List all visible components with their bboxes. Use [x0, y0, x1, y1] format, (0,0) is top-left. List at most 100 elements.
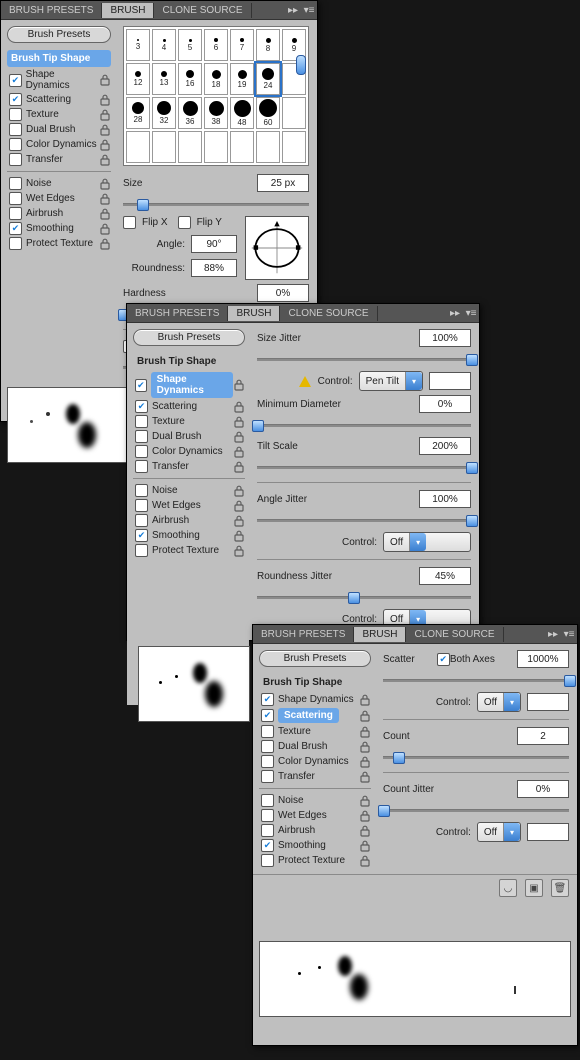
section-brush-tip-shape[interactable]: Brush Tip Shape	[259, 674, 371, 691]
brush-presets-button[interactable]: Brush Presets	[259, 650, 371, 667]
scatter-slider[interactable]	[383, 674, 569, 686]
tab-clone-source[interactable]: CLONE SOURCE	[280, 306, 377, 321]
brush-cell[interactable]	[230, 131, 254, 163]
panel-menu-icon[interactable]: ▾≡	[463, 305, 479, 321]
lock-icon[interactable]	[359, 810, 371, 822]
size-slider[interactable]	[123, 198, 309, 210]
lock-icon[interactable]	[359, 710, 371, 722]
tab-clone-source[interactable]: CLONE SOURCE	[406, 627, 503, 642]
min-diameter-field[interactable]: 0%	[419, 395, 471, 413]
brush-cell[interactable]: 5	[178, 29, 202, 61]
grid-scrollbar-thumb[interactable]	[296, 55, 306, 75]
brush-preset-grid[interactable]: 3456789121316181924283236384860	[123, 26, 309, 166]
option-checkbox[interactable]	[9, 207, 22, 220]
option-checkbox[interactable]	[9, 74, 22, 87]
option-shape-dynamics[interactable]: Shape Dynamics	[133, 371, 245, 399]
size-field[interactable]: 25 px	[257, 174, 309, 192]
option-checkbox[interactable]	[9, 123, 22, 136]
option-transfer[interactable]: Transfer	[259, 769, 371, 784]
tab-brush-presets[interactable]: BRUSH PRESETS	[253, 627, 354, 642]
count-slider[interactable]	[383, 751, 569, 763]
lock-icon[interactable]	[99, 178, 111, 190]
panel-menu-icon[interactable]: ▾≡	[301, 2, 317, 18]
brush-cell[interactable]	[126, 131, 150, 163]
option-scattering[interactable]: Scattering	[259, 707, 371, 724]
option-noise[interactable]: Noise	[7, 176, 111, 191]
brush-cell[interactable]: 38	[204, 97, 228, 129]
tab-brush[interactable]: BRUSH	[354, 627, 406, 642]
option-checkbox[interactable]	[135, 529, 148, 542]
option-checkbox[interactable]	[261, 693, 274, 706]
option-checkbox[interactable]	[261, 755, 274, 768]
brush-cell[interactable]	[282, 97, 306, 129]
brush-cell[interactable]: 18	[204, 63, 228, 95]
angle-field[interactable]: 90°	[191, 235, 237, 253]
brush-cell[interactable]: 13	[152, 63, 176, 95]
lock-icon[interactable]	[233, 431, 245, 443]
option-noise[interactable]: Noise	[259, 793, 371, 808]
option-scattering[interactable]: Scattering	[133, 399, 245, 414]
section-brush-tip-shape[interactable]: Brush Tip Shape	[133, 353, 245, 370]
lock-icon[interactable]	[99, 193, 111, 205]
option-wet-edges[interactable]: Wet Edges	[259, 808, 371, 823]
angle-control-select[interactable]: Off▾	[383, 532, 471, 552]
angle-jitter-slider[interactable]	[257, 514, 471, 526]
option-checkbox[interactable]	[261, 794, 274, 807]
option-airbrush[interactable]: Airbrush	[133, 513, 245, 528]
angle-jitter-field[interactable]: 100%	[419, 490, 471, 508]
control-select[interactable]: Pen Tilt▾	[359, 371, 423, 391]
scatter-field[interactable]: 1000%	[517, 650, 569, 668]
brush-cell[interactable]: 4	[152, 29, 176, 61]
option-protect-texture[interactable]: Protect Texture	[7, 236, 111, 251]
lock-icon[interactable]	[99, 208, 111, 220]
lock-icon[interactable]	[359, 694, 371, 706]
lock-icon[interactable]	[233, 379, 245, 391]
count-jitter-field[interactable]: 0%	[517, 780, 569, 798]
brush-cell[interactable]: 48	[230, 97, 254, 129]
brush-cell[interactable]	[204, 131, 228, 163]
tilt-scale-field[interactable]: 200%	[419, 437, 471, 455]
lock-icon[interactable]	[99, 124, 111, 136]
tab-clone-source[interactable]: CLONE SOURCE	[154, 3, 251, 18]
angle-roundness-widget[interactable]	[245, 216, 309, 280]
option-transfer[interactable]: Transfer	[7, 152, 111, 167]
option-airbrush[interactable]: Airbrush	[259, 823, 371, 838]
option-checkbox[interactable]	[135, 499, 148, 512]
brush-cell[interactable]: 19	[230, 63, 254, 95]
tab-brush[interactable]: BRUSH	[102, 3, 154, 18]
brush-cell[interactable]: 8	[256, 29, 280, 61]
option-checkbox[interactable]	[135, 430, 148, 443]
option-checkbox[interactable]	[9, 108, 22, 121]
brush-cell[interactable]	[256, 131, 280, 163]
tab-brush-presets[interactable]: BRUSH PRESETS	[127, 306, 228, 321]
option-texture[interactable]: Texture	[7, 107, 111, 122]
option-checkbox[interactable]	[135, 514, 148, 527]
option-checkbox[interactable]	[135, 544, 148, 557]
option-protect-texture[interactable]: Protect Texture	[133, 543, 245, 558]
lock-icon[interactable]	[359, 840, 371, 852]
hardness-field[interactable]: 0%	[257, 284, 309, 302]
lock-icon[interactable]	[233, 446, 245, 458]
scatter-control-select[interactable]: Off▾	[477, 692, 521, 712]
roundness-jitter-slider[interactable]	[257, 591, 471, 603]
count-jitter-slider[interactable]	[383, 804, 569, 816]
option-checkbox[interactable]	[135, 379, 147, 392]
section-brush-tip-shape[interactable]: Brush Tip Shape	[7, 50, 111, 67]
tilt-scale-slider[interactable]	[257, 461, 471, 473]
collapse-icon[interactable]: ▸▸	[545, 626, 561, 642]
option-checkbox[interactable]	[261, 839, 274, 852]
brush-cell[interactable]: 7	[230, 29, 254, 61]
option-texture[interactable]: Texture	[133, 414, 245, 429]
brush-cell[interactable]: 60	[256, 97, 280, 129]
collapse-icon[interactable]: ▸▸	[447, 305, 463, 321]
tab-brush[interactable]: BRUSH	[228, 306, 280, 321]
brush-presets-button[interactable]: Brush Presets	[7, 26, 111, 43]
option-color-dynamics[interactable]: Color Dynamics	[133, 444, 245, 459]
flip-x-checkbox[interactable]	[123, 216, 136, 229]
option-checkbox[interactable]	[9, 192, 22, 205]
option-checkbox[interactable]	[261, 725, 274, 738]
option-checkbox[interactable]	[9, 237, 22, 250]
count-jitter-control-select[interactable]: Off▾	[477, 822, 521, 842]
lock-icon[interactable]	[233, 545, 245, 557]
option-checkbox[interactable]	[9, 138, 22, 151]
